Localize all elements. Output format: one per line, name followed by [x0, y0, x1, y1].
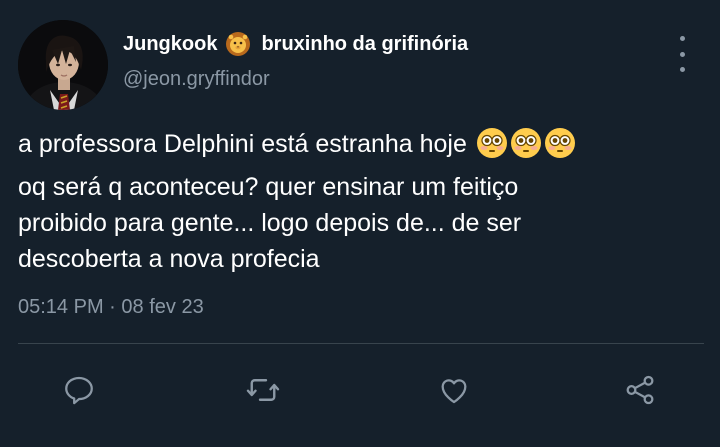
tweet-text-line-3: proibido para gente... logo depois de...… [18, 209, 522, 237]
tweet-text-line-1: a professora Delphini está estranha hoje [18, 126, 708, 169]
heart-icon [441, 379, 467, 404]
tweet-text-line-4: descoberta a nova profecia [18, 245, 320, 273]
more-options-icon[interactable] [672, 36, 692, 72]
display-name[interactable]: Jungkook [123, 33, 217, 56]
share-button[interactable] [620, 370, 660, 410]
avatar[interactable] [18, 20, 108, 110]
display-name-suffix[interactable]: bruxinho da grifinória [261, 33, 468, 56]
meta-separator: · [109, 296, 116, 318]
reply-icon [65, 376, 93, 405]
reply-button[interactable] [59, 370, 99, 410]
tweet-date[interactable]: 08 fev 23 [121, 296, 203, 318]
tweet-card: Jungkook bruxinho da grifinória @jeon.gr… [0, 0, 720, 447]
share-icon [626, 375, 654, 405]
tweet-text: a professora Delphini está estranha hoje… [18, 126, 708, 277]
flushed-face-emoji-icon [510, 127, 542, 169]
flushed-face-emoji-icon [544, 127, 576, 169]
lion-face-emoji-icon [225, 31, 251, 57]
retweet-icon [246, 379, 280, 401]
user-name-row[interactable]: Jungkook bruxinho da grifinória [123, 29, 468, 59]
tweet-text-line-2: oq será q aconteceu? quer ensinar um fei… [18, 173, 519, 201]
flushed-face-emoji-icon [476, 127, 508, 169]
retweet-button[interactable] [243, 370, 283, 410]
tweet-time[interactable]: 05:14 PM [18, 296, 104, 318]
action-bar [0, 360, 720, 416]
user-handle[interactable]: @jeon.gryffindor [123, 68, 270, 91]
divider [18, 343, 704, 344]
like-button[interactable] [434, 370, 474, 410]
tweet-timestamp[interactable]: 05:14 PM · 08 fev 23 [18, 296, 204, 319]
